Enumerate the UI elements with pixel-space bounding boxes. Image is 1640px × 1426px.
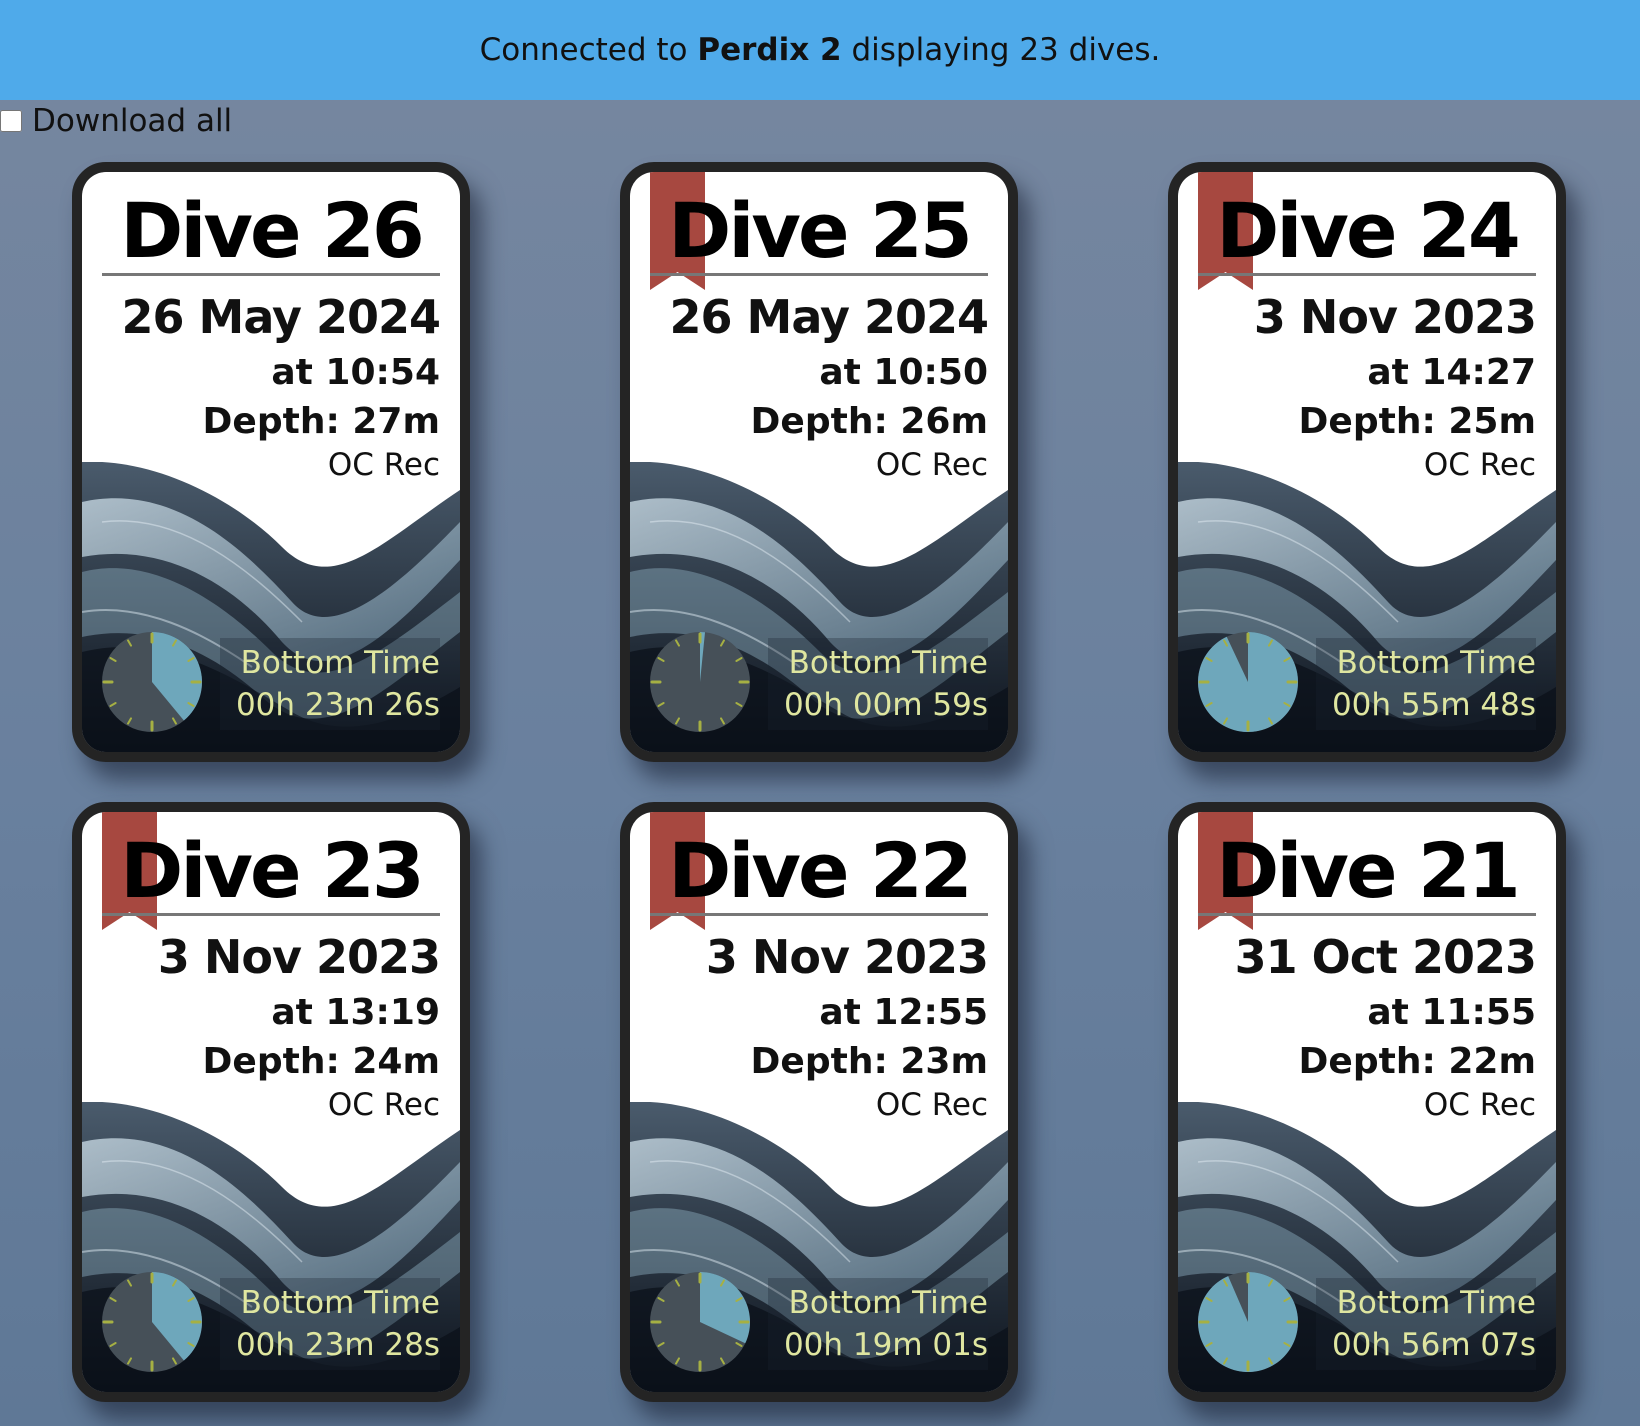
dive-date: 26 May 2024 <box>121 290 441 344</box>
dive-start-time: at 13:19 <box>271 992 440 1033</box>
connection-status-bar: Connected to Perdix 2 displaying 23 dive… <box>0 0 1640 100</box>
dive-date: 31 Oct 2023 <box>1234 930 1537 984</box>
bottom-time-label: Bottom Time <box>1336 1285 1536 1321</box>
clock-icon <box>102 632 203 732</box>
connection-suffix: displaying 23 dives. <box>851 32 1161 68</box>
dive-depth: Depth: 24m <box>202 1041 440 1082</box>
bottom-time-value: 00h 19m 01s <box>783 1327 988 1363</box>
clock-icon <box>1198 632 1299 732</box>
dive-date: 26 May 2024 <box>669 290 989 344</box>
dive-card-face: Dive 26 26 May 2024 at 10:54 Depth: 27m … <box>82 172 460 752</box>
bottom-time-box: Bottom Time 00h 00m 59s <box>768 638 988 730</box>
dive-start-time: at 14:27 <box>1367 352 1536 393</box>
bottom-time-box: Bottom Time 00h 23m 28s <box>220 1278 440 1370</box>
dive-start-time: at 10:50 <box>819 352 988 393</box>
bottom-time-label: Bottom Time <box>788 645 988 681</box>
bottom-time-label: Bottom Time <box>240 1285 440 1321</box>
dive-card[interactable]: Dive 23 3 Nov 2023 at 13:19 Depth: 24m O… <box>72 802 470 1402</box>
dive-mode: OC Rec <box>327 1087 440 1123</box>
dive-mode: OC Rec <box>875 447 988 483</box>
clock-icon <box>650 632 750 732</box>
dive-title: Dive 22 <box>668 826 972 915</box>
title-divider <box>650 913 988 916</box>
dive-card[interactable]: Dive 22 3 Nov 2023 at 12:55 Depth: 23m O… <box>620 802 1018 1402</box>
dive-title: Dive 26 <box>120 186 424 275</box>
dive-card-face: Dive 25 26 May 2024 at 10:50 Depth: 26m … <box>630 172 1008 752</box>
bottom-time-value: 00h 56m 07s <box>1331 1327 1536 1363</box>
device-name: Perdix 2 <box>697 32 842 68</box>
bottom-time-value: 00h 55m 48s <box>1331 687 1536 723</box>
bottom-time-box: Bottom Time 00h 23m 26s <box>220 638 440 730</box>
dive-card-face: Dive 22 3 Nov 2023 at 12:55 Depth: 23m O… <box>630 812 1008 1392</box>
bottom-time-box: Bottom Time 00h 55m 48s <box>1316 638 1536 730</box>
title-divider <box>1198 913 1536 916</box>
clock-icon <box>650 1272 750 1372</box>
bottom-time-value: 00h 23m 26s <box>235 687 440 723</box>
dive-title: Dive 24 <box>1216 186 1520 275</box>
dive-title: Dive 25 <box>668 186 972 275</box>
dive-card[interactable]: Dive 26 26 May 2024 at 10:54 Depth: 27m … <box>72 162 470 762</box>
dive-mode: OC Rec <box>327 447 440 483</box>
bottom-time-label: Bottom Time <box>1336 645 1536 681</box>
bottom-time-label: Bottom Time <box>240 645 440 681</box>
dive-mode: OC Rec <box>1423 447 1536 483</box>
download-all-checkbox[interactable] <box>0 110 22 132</box>
bottom-time-value: 00h 23m 28s <box>235 1327 440 1363</box>
dive-date: 3 Nov 2023 <box>1253 290 1537 344</box>
title-divider <box>102 913 440 916</box>
dive-card-face: Dive 23 3 Nov 2023 at 13:19 Depth: 24m O… <box>82 812 460 1392</box>
dive-start-time: at 11:55 <box>1367 992 1536 1033</box>
dive-mode: OC Rec <box>875 1087 988 1123</box>
dive-card-face: Dive 24 3 Nov 2023 at 14:27 Depth: 25m O… <box>1178 172 1556 752</box>
bottom-time-box: Bottom Time 00h 56m 07s <box>1316 1278 1536 1370</box>
title-divider <box>650 273 988 276</box>
dive-depth: Depth: 25m <box>1298 401 1536 442</box>
dive-start-time: at 12:55 <box>819 992 988 1033</box>
dive-mode: OC Rec <box>1423 1087 1536 1123</box>
dive-date: 3 Nov 2023 <box>157 930 441 984</box>
dive-date: 3 Nov 2023 <box>705 930 989 984</box>
clock-icon <box>102 1272 203 1372</box>
dive-depth: Depth: 27m <box>202 401 440 442</box>
dive-title: Dive 23 <box>120 826 424 915</box>
dive-depth: Depth: 23m <box>750 1041 988 1082</box>
dive-depth: Depth: 26m <box>750 401 988 442</box>
bottom-time-label: Bottom Time <box>788 1285 988 1321</box>
bottom-time-box: Bottom Time 00h 19m 01s <box>768 1278 988 1370</box>
dive-card-face: Dive 21 31 Oct 2023 at 11:55 Depth: 22m … <box>1178 812 1556 1392</box>
dive-card[interactable]: Dive 21 31 Oct 2023 at 11:55 Depth: 22m … <box>1168 802 1566 1402</box>
download-all-row: Download all <box>0 100 232 142</box>
dive-card[interactable]: Dive 24 3 Nov 2023 at 14:27 Depth: 25m O… <box>1168 162 1566 762</box>
connection-prefix: Connected to <box>479 32 688 68</box>
clock-icon <box>1197 1272 1298 1372</box>
title-divider <box>1198 273 1536 276</box>
download-all-label[interactable]: Download all <box>32 103 232 139</box>
bottom-time-value: 00h 00m 59s <box>783 687 988 723</box>
dive-title: Dive 21 <box>1216 826 1520 915</box>
dive-card[interactable]: Dive 25 26 May 2024 at 10:50 Depth: 26m … <box>620 162 1018 762</box>
title-divider <box>102 273 440 276</box>
dive-start-time: at 10:54 <box>271 352 440 393</box>
dive-depth: Depth: 22m <box>1298 1041 1536 1082</box>
